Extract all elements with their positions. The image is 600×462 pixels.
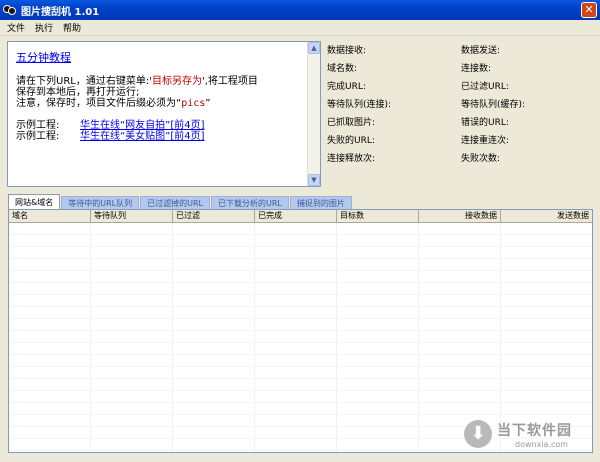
- tutorial-line-3: 注意，保存时，项目文件后缀必须为“pics”: [16, 98, 258, 109]
- example-label: 示例工程:: [16, 120, 60, 131]
- stat-fail-count: 失败次数:: [461, 154, 501, 164]
- menu-file[interactable]: 文件: [2, 21, 30, 34]
- tab-sites-domains[interactable]: 网站&域名: [8, 194, 61, 210]
- scroll-down-icon[interactable]: ▼: [308, 174, 320, 186]
- row-divider: [9, 258, 592, 259]
- tab-captured-images[interactable]: 捕捉到的图片: [289, 196, 352, 210]
- table-header: 域名 等待队列 已过滤 已完成 目标数 接收数据 发送数据: [9, 210, 592, 223]
- stat-queue-cache: 等待队列(缓存):: [461, 100, 526, 110]
- row-divider: [9, 234, 592, 235]
- watermark-cn: 当下软件园: [497, 422, 572, 439]
- column-header-domain[interactable]: 域名: [9, 210, 91, 223]
- tutorial-line-2: 保存到本地后，再打开运行;: [16, 87, 140, 98]
- tutorial-text: 请在下列URL，通过右键菜单:': [16, 76, 152, 87]
- menu-help[interactable]: 帮助: [58, 21, 86, 34]
- scroll-up-icon[interactable]: ▲: [308, 42, 320, 54]
- file-extension-text: pics: [181, 98, 206, 109]
- tutorial-text: 注意，保存时，项目文件后缀必须为“: [16, 98, 182, 109]
- stat-connection-release: 连接释放次:: [327, 154, 376, 164]
- tutorial-line-1: 请在下列URL，通过右键菜单:'目标另存为',将工程项目: [16, 76, 258, 87]
- watermark-text: 当下软件园 downxia.com: [497, 420, 572, 449]
- example-row: 示例工程: 华生在线“网友自拍”[前4页]: [16, 120, 258, 131]
- tutorial-text: ”: [205, 98, 211, 109]
- column-header-completed[interactable]: 已完成: [255, 210, 337, 223]
- column-header-filtered[interactable]: 已过滤: [173, 210, 255, 223]
- stat-images-grabbed: 已抓取图片:: [327, 118, 376, 128]
- example-label: 示例工程:: [16, 131, 60, 142]
- example-link[interactable]: 华生在线“美女贴图”[前4页]: [80, 131, 205, 142]
- stat-completed-url: 完成URL:: [327, 82, 366, 92]
- stat-failed-url: 失败的URL:: [327, 136, 375, 146]
- menu-bar: 文件 执行 帮助: [0, 20, 600, 36]
- save-target-as-text: 目标另存为: [151, 76, 202, 87]
- row-divider: [9, 366, 592, 367]
- tutorial-scrollbar[interactable]: ▲ ▼: [307, 42, 320, 186]
- tab-filtered-url[interactable]: 已过滤掉的URL: [140, 196, 210, 210]
- stat-error-url: 错误的URL:: [461, 118, 509, 128]
- stat-domain-count: 域名数:: [327, 64, 358, 74]
- watermark-en: downxia.com: [515, 439, 569, 449]
- column-header-sent[interactable]: 发送数据: [501, 210, 592, 223]
- column-header-target[interactable]: 目标数: [337, 210, 419, 223]
- row-divider: [9, 318, 592, 319]
- example-link[interactable]: 华生在线“网友自拍”[前4页]: [80, 120, 205, 131]
- stat-data-sent: 数据发送:: [461, 46, 501, 56]
- window-title: 图片搜刮机 1.01: [21, 6, 100, 18]
- row-divider: [9, 402, 592, 403]
- title-bar: 图片搜刮机 1.01 ✕: [0, 0, 600, 20]
- row-divider: [9, 390, 592, 391]
- tab-downloaded-url[interactable]: 已下载分析的URL: [211, 196, 289, 210]
- tutorial-content: 五分钟教程 请在下列URL，通过右键菜单:'目标另存为',将工程项目 保存到本地…: [16, 52, 258, 142]
- column-header-queue[interactable]: 等待队列: [91, 210, 173, 223]
- close-button[interactable]: ✕: [581, 2, 597, 18]
- tab-strip: 网站&域名 等待中的URL队列 已过滤掉的URL 已下载分析的URL 捕捉到的图…: [8, 194, 353, 210]
- tutorial-pane: 五分钟教程 请在下列URL，通过右键菜单:'目标另存为',将工程项目 保存到本地…: [7, 41, 321, 187]
- row-divider: [9, 354, 592, 355]
- row-divider: [9, 282, 592, 283]
- stat-data-received: 数据接收:: [327, 46, 367, 56]
- tutorial-text: ',将工程项目: [201, 76, 258, 87]
- row-divider: [9, 294, 592, 295]
- watermark: ⬇ 当下软件园 downxia.com: [464, 414, 592, 454]
- row-divider: [9, 306, 592, 307]
- stat-queue-connect: 等待队列(连接):: [327, 100, 392, 110]
- row-divider: [9, 378, 592, 379]
- row-divider: [9, 342, 592, 343]
- stat-filtered-url: 已过滤URL:: [461, 82, 509, 92]
- example-row: 示例工程: 华生在线“美女贴图”[前4页]: [16, 131, 258, 142]
- row-divider: [9, 330, 592, 331]
- tab-waiting-url-queue[interactable]: 等待中的URL队列: [61, 196, 140, 210]
- menu-execute[interactable]: 执行: [30, 21, 58, 34]
- download-arrow-icon: ⬇: [464, 420, 492, 448]
- stat-reconnect: 连接重连次:: [461, 136, 510, 146]
- stat-connections: 连接数:: [461, 64, 492, 74]
- row-divider: [9, 246, 592, 247]
- tutorial-title-link[interactable]: 五分钟教程: [16, 52, 258, 63]
- column-header-received[interactable]: 接收数据: [419, 210, 501, 223]
- app-icon: [3, 3, 17, 17]
- row-divider: [9, 270, 592, 271]
